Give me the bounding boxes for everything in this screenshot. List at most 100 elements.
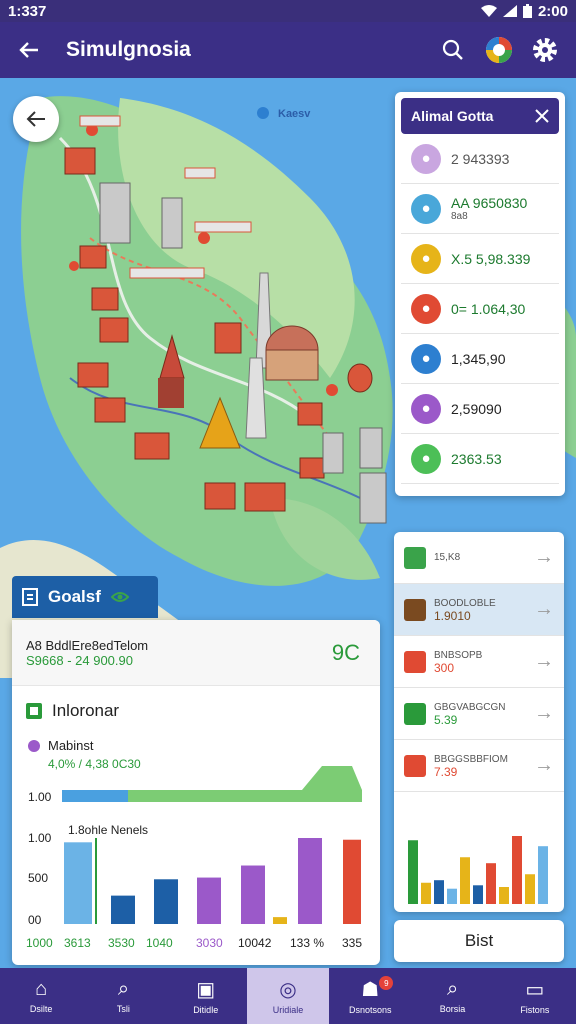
stat-row[interactable]: ● 0= 1.064,30	[401, 284, 559, 334]
nav-item-tsli[interactable]: ⌕ Tsli	[82, 968, 164, 1024]
x-tick-label: 3530	[108, 936, 135, 950]
stat-row[interactable]: ● 1,345,90	[401, 334, 559, 384]
mini-bar	[408, 840, 418, 904]
search-button[interactable]	[436, 33, 470, 67]
group-icon: ☗	[361, 979, 380, 1001]
list-item[interactable]: GBGVABGCGN 5.39 →	[394, 688, 564, 740]
map-back-button[interactable]	[13, 96, 59, 142]
list-item[interactable]: BOODLOBLE 1.9010 →	[394, 584, 564, 636]
document-icon: ●	[411, 293, 441, 324]
nav-item-ditidle[interactable]: ▣ Ditidle	[165, 968, 247, 1024]
nav-item-uridiale[interactable]: ◎ Uridiale	[246, 968, 330, 1024]
plant-icon: ●	[411, 243, 441, 274]
arrow-right-icon: →	[534, 754, 554, 776]
summary-value: 9C	[331, 640, 360, 665]
nav-item-label: Fistons	[520, 1005, 550, 1015]
mini-bar	[460, 857, 470, 904]
stat-row[interactable]: ● 2 943393	[401, 134, 559, 184]
summary-line1: A8 BddlEre8edTelom	[26, 638, 149, 653]
globe-icon	[486, 37, 512, 63]
eye-icon	[110, 592, 129, 602]
x-tick-label: 133 %	[290, 936, 324, 950]
nav-item-label: Borsia	[439, 1004, 466, 1014]
goal-panel: A8 BddlEre8edTelom S9668 - 24 900.90 9C …	[12, 620, 380, 965]
info-icon: ◎	[279, 979, 297, 1001]
progress-label: Mabinst	[48, 738, 94, 753]
leaf-icon: ●	[411, 443, 441, 474]
arrow-left-icon	[19, 42, 38, 58]
stat-sub: 8a8	[451, 211, 468, 222]
bar	[273, 917, 287, 924]
settings-button[interactable]	[528, 33, 562, 67]
mini-bar	[499, 887, 509, 904]
battery-icon	[522, 4, 532, 18]
stat-value: X.5 5,98.339	[451, 250, 531, 267]
list-item[interactable]: BBGGSBBFIOM 7.39 →	[394, 740, 564, 792]
nav-item-label: Dsnotsons	[349, 1005, 392, 1015]
list-item[interactable]: 15,K8 →	[394, 532, 564, 584]
summary-card: A8 BddlEre8edTelom S9668 - 24 900.90 9C	[12, 620, 380, 686]
gear-icon	[533, 38, 557, 62]
arrow-right-icon: →	[534, 702, 554, 724]
tower-icon: ●	[411, 143, 441, 174]
info-header: Inloronar	[12, 686, 380, 736]
nav-item-borsia[interactable]: ⌕ Borsia	[411, 968, 493, 1024]
x-tick-label: 1000	[26, 936, 53, 950]
bar	[343, 839, 361, 924]
nav-item-label: Tsli	[116, 1004, 130, 1014]
bar	[241, 865, 265, 924]
stat-row[interactable]: ● 2,59090	[401, 384, 559, 434]
nav-item-label: Ditidle	[193, 1005, 219, 1015]
goal-tab[interactable]: Goalsf	[12, 576, 158, 618]
back-button[interactable]	[14, 35, 44, 65]
list-button[interactable]: Bist	[394, 920, 564, 962]
card-icon: ●	[411, 393, 441, 424]
arrow-right-icon: →	[534, 598, 554, 620]
list-item-title: BBGGSBBFIOM	[434, 753, 508, 765]
arrow-left-icon	[26, 111, 45, 127]
bar-chart: Mabinst 4,0% / 4,38 0C30 1.00 1.00 500 00 1.8o…	[26, 738, 362, 950]
nav-item-dsnotsons[interactable]: ☗ Dsnotsons 9	[329, 968, 411, 1024]
nav-item-fistons[interactable]: ▭ Fistons	[494, 968, 576, 1024]
progress-fill	[62, 790, 128, 802]
list-item-text: 15,K8	[434, 551, 526, 564]
series-title: 1.8ohle Nenels	[68, 823, 148, 837]
x-tick-label: 1040	[146, 936, 173, 950]
document-icon	[22, 588, 38, 606]
globe-button[interactable]	[482, 33, 516, 67]
y-tick-label: 1.00	[28, 790, 52, 804]
list-item-title: GBGVABGCGN	[434, 701, 506, 713]
list-item-title: BOODLOBLE	[434, 597, 496, 609]
stats-title: Alimal Gotta	[411, 108, 494, 124]
stat-row[interactable]: ● X.5 5,98.339	[401, 234, 559, 284]
signal-icon	[502, 5, 517, 17]
status-time: 1:337	[8, 2, 47, 20]
bar	[64, 842, 92, 924]
bottom-navigation: ⌂ Dsilte ⌕ Tsli ▣ Ditidle ◎ Uridiale ☗ Dsnotsons 9…	[0, 968, 576, 1024]
dots-icon	[404, 546, 426, 569]
list-item-text: BOODLOBLE 1.9010	[434, 597, 526, 623]
mini-bar	[447, 888, 457, 904]
stat-row[interactable]: ● 2363.53	[401, 434, 559, 484]
mini-bar	[434, 880, 444, 904]
search-icon	[442, 39, 463, 60]
stat-row[interactable]: ● AA 9650830 8a8	[401, 184, 559, 234]
mini-bar-chart	[408, 836, 548, 904]
bar	[197, 877, 221, 924]
stat-value: 1,345,90	[451, 350, 506, 367]
search-icon: ⌕	[117, 978, 130, 1000]
bar	[111, 895, 135, 924]
close-icon[interactable]	[535, 109, 549, 123]
goal-tab-label: Goalsf	[48, 587, 101, 606]
summary-line2: S9668 - 24 900.90	[26, 653, 133, 668]
wifi-icon	[480, 5, 497, 17]
nav-item-dsilte[interactable]: ⌂ Dsilte	[0, 968, 82, 1024]
x-tick-label: 10042	[238, 936, 272, 950]
search-icon: ⌕	[446, 978, 459, 1000]
resource-list: 15,K8 → BOODLOBLE 1.9010 → BNBSOPB 300 → GBGVABG…	[394, 532, 564, 912]
mini-bar	[421, 882, 431, 904]
list-item[interactable]: BNBSOPB 300 →	[394, 636, 564, 688]
y-tick-label: 1.00	[28, 831, 52, 845]
notification-badge: 9	[379, 976, 394, 990]
stat-value: 0= 1.064,30	[451, 300, 526, 317]
